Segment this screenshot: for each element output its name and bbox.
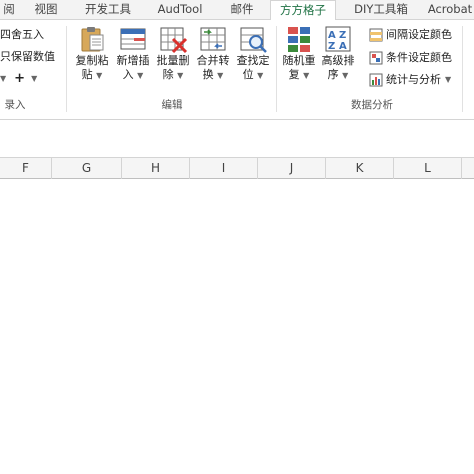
dropdown-caret-icon: ▼: [303, 71, 310, 80]
advanced-sort-label-2: 序: [327, 68, 339, 81]
clipboard-icon: [81, 27, 104, 52]
insert-label-1: 新增插: [116, 54, 150, 67]
ribbon-panel: 四舍五入 只保留数值 ▼ + ▼ 录入 复制粘 贴 ▼ 新增插 入 ▼ 批量删 …: [0, 20, 474, 120]
column-header-row: F G H I J K L: [0, 157, 474, 179]
stats-analysis-button[interactable]: 统计与分析 ▼: [369, 71, 451, 89]
dropdown-caret-icon: ▼: [257, 71, 264, 80]
random-repeat-label-1: 随机重: [282, 54, 316, 67]
advanced-sort-label-1: 高级排: [321, 54, 355, 67]
copy-paste-label-1: 复制粘: [75, 54, 109, 67]
group-separator: [462, 26, 463, 112]
plus-icon[interactable]: +: [14, 70, 25, 88]
group-label-input: 录入: [4, 99, 26, 111]
stats-analysis-label: 统计与分析: [386, 73, 441, 86]
dropdown-caret-icon: ▼: [137, 71, 144, 80]
interval-color-icon: [369, 28, 383, 42]
svg-text:Z: Z: [339, 30, 346, 41]
more-row[interactable]: ▼ + ▼: [0, 70, 37, 88]
condition-color-label: 条件设定颜色: [386, 51, 452, 64]
dropdown-caret-icon: ▼: [445, 75, 452, 84]
insert-icon: [120, 28, 146, 50]
insert-button[interactable]: 新增插 入 ▼: [113, 24, 153, 83]
find-icon: [240, 27, 267, 53]
find-locate-button[interactable]: 查找定 位 ▼: [233, 24, 273, 83]
copy-paste-button[interactable]: 复制粘 贴 ▼: [72, 24, 112, 83]
keep-values-button[interactable]: 只保留数值: [0, 48, 55, 66]
random-repeat-label-2: 复: [288, 68, 300, 81]
round-label: 四舍五入: [0, 28, 44, 41]
tab-view[interactable]: 视图: [26, 0, 66, 20]
svg-text:A: A: [339, 41, 347, 52]
tab-acrobat[interactable]: Acrobat: [426, 0, 474, 20]
merge-convert-button[interactable]: 合并转 换 ▼: [193, 24, 233, 83]
find-locate-label-2: 位: [242, 68, 254, 81]
column-header-h[interactable]: H: [122, 158, 190, 179]
delete-icon: [160, 27, 188, 54]
random-repeat-button[interactable]: 随机重 复 ▼: [279, 24, 319, 83]
stats-icon: [369, 73, 383, 87]
formula-bar-area[interactable]: [0, 120, 474, 157]
tab-mail[interactable]: 邮件: [222, 0, 262, 20]
sort-icon: A Z Z A: [325, 26, 351, 52]
merge-convert-label-2: 换: [202, 68, 214, 81]
column-header-k[interactable]: K: [326, 158, 394, 179]
keep-values-label: 只保留数值: [0, 50, 55, 63]
ribbon-tab-bar: 阅 视图 开发工具 AudTool 邮件 方方格子 DIY工具箱 Acrobat: [0, 0, 474, 21]
group-label-data-analysis: 数据分析: [351, 99, 393, 111]
batch-delete-button[interactable]: 批量删 除 ▼: [153, 24, 193, 83]
condition-color-icon: [369, 51, 383, 65]
tab-diy-toolbox[interactable]: DIY工具箱: [346, 0, 416, 20]
svg-text:Z: Z: [328, 41, 335, 52]
column-header-f[interactable]: F: [0, 158, 52, 179]
column-header-j[interactable]: J: [258, 158, 326, 179]
copy-paste-label-2: 贴: [81, 68, 93, 81]
merge-icon: [200, 27, 226, 51]
interval-color-button[interactable]: 间隔设定颜色: [369, 26, 452, 44]
random-icon: [288, 27, 310, 52]
svg-text:A: A: [328, 30, 336, 41]
tab-audtool[interactable]: AudTool: [150, 0, 210, 20]
advanced-sort-button[interactable]: A Z Z A 高级排 序 ▼: [318, 24, 358, 83]
batch-delete-label-1: 批量删: [156, 54, 190, 67]
plus-dropdown-caret-icon[interactable]: ▼: [31, 70, 37, 88]
dropdown-caret-icon: ▼: [342, 71, 349, 80]
worksheet-grid[interactable]: [0, 179, 474, 474]
condition-color-button[interactable]: 条件设定颜色: [369, 49, 452, 67]
round-button[interactable]: 四舍五入: [0, 26, 44, 44]
column-header-l[interactable]: L: [394, 158, 462, 179]
dropdown-caret-icon: ▼: [177, 71, 184, 80]
group-label-edit: 编辑: [161, 99, 183, 111]
dropdown-caret-icon: ▼: [217, 71, 224, 80]
tab-review[interactable]: 阅: [0, 0, 18, 20]
tab-ffcell[interactable]: 方方格子: [270, 0, 336, 21]
merge-convert-label-1: 合并转: [196, 54, 230, 67]
column-header-i[interactable]: I: [190, 158, 258, 179]
dropdown-caret-icon: ▼: [0, 74, 7, 83]
batch-delete-label-2: 除: [162, 68, 174, 81]
group-separator: [276, 26, 277, 112]
group-separator: [66, 26, 67, 112]
dropdown-caret-icon: ▼: [96, 71, 103, 80]
interval-color-label: 间隔设定颜色: [386, 28, 452, 41]
insert-label-2: 入: [122, 68, 134, 81]
tab-developer[interactable]: 开发工具: [76, 0, 140, 20]
column-header-g[interactable]: G: [52, 158, 122, 179]
find-locate-label-1: 查找定: [236, 54, 270, 67]
